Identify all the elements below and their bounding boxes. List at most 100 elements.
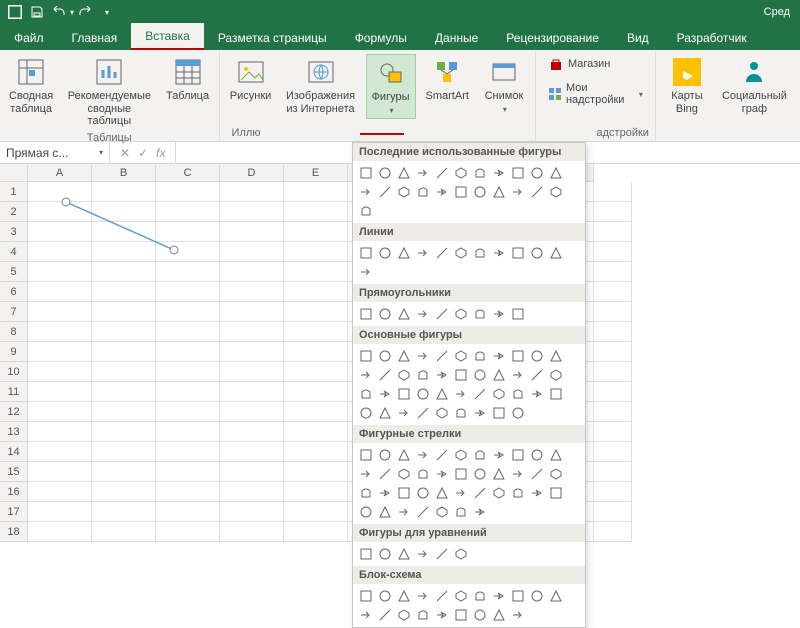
cell[interactable] — [156, 502, 220, 522]
shape-option[interactable] — [376, 164, 394, 182]
tab-data[interactable]: Данные — [421, 25, 492, 50]
cell[interactable] — [92, 522, 156, 542]
cell[interactable] — [284, 382, 348, 402]
cell[interactable] — [28, 382, 92, 402]
tab-developer[interactable]: Разработчик — [663, 25, 761, 50]
cell[interactable] — [92, 422, 156, 442]
row-header[interactable]: 3 — [0, 222, 28, 242]
shape-option[interactable] — [547, 366, 565, 384]
shape-option[interactable] — [433, 465, 451, 483]
tab-home[interactable]: Главная — [58, 25, 132, 50]
shape-option[interactable] — [414, 244, 432, 262]
shape-option[interactable] — [357, 545, 375, 563]
cell[interactable] — [594, 402, 632, 422]
cell[interactable] — [156, 482, 220, 502]
shape-option[interactable] — [490, 484, 508, 502]
shape-option[interactable] — [357, 183, 375, 201]
cell[interactable] — [28, 202, 92, 222]
cell[interactable] — [92, 502, 156, 522]
shape-option[interactable] — [528, 347, 546, 365]
recommended-pivot-button[interactable]: Рекомендуемые сводные таблицы — [62, 54, 156, 130]
cell[interactable] — [284, 422, 348, 442]
cell[interactable] — [594, 422, 632, 442]
shape-option[interactable] — [471, 183, 489, 201]
shape-option[interactable] — [433, 545, 451, 563]
name-box-dropdown-icon[interactable]: ▾ — [99, 148, 103, 157]
shape-option[interactable] — [452, 347, 470, 365]
shape-option[interactable] — [471, 503, 489, 521]
shape-option[interactable] — [395, 503, 413, 521]
shape-option[interactable] — [395, 545, 413, 563]
cell[interactable] — [28, 222, 92, 242]
shape-option[interactable] — [452, 465, 470, 483]
shape-option[interactable] — [452, 385, 470, 403]
shape-option[interactable] — [357, 366, 375, 384]
shape-option[interactable] — [376, 503, 394, 521]
cell[interactable] — [156, 462, 220, 482]
cell[interactable] — [156, 282, 220, 302]
cell[interactable] — [220, 462, 284, 482]
shape-option[interactable] — [528, 484, 546, 502]
shape-option[interactable] — [471, 606, 489, 624]
shape-option[interactable] — [528, 366, 546, 384]
shape-option[interactable] — [433, 366, 451, 384]
redo-icon[interactable] — [74, 2, 96, 22]
shape-option[interactable] — [414, 606, 432, 624]
shape-option[interactable] — [433, 244, 451, 262]
store-button[interactable]: Магазин — [542, 54, 649, 74]
row-header[interactable]: 4 — [0, 242, 28, 262]
shape-option[interactable] — [357, 164, 375, 182]
shape-option[interactable] — [395, 446, 413, 464]
shape-option[interactable] — [414, 503, 432, 521]
shape-option[interactable] — [471, 164, 489, 182]
cell[interactable] — [92, 402, 156, 422]
shape-option[interactable] — [395, 183, 413, 201]
cell[interactable] — [28, 422, 92, 442]
shape-option[interactable] — [376, 244, 394, 262]
shape-option[interactable] — [376, 366, 394, 384]
shape-option[interactable] — [509, 347, 527, 365]
shape-option[interactable] — [490, 347, 508, 365]
shape-option[interactable] — [452, 484, 470, 502]
cell[interactable] — [28, 282, 92, 302]
shape-option[interactable] — [414, 446, 432, 464]
shape-option[interactable] — [547, 347, 565, 365]
shape-option[interactable] — [395, 305, 413, 323]
shape-option[interactable] — [509, 606, 527, 624]
shape-option[interactable] — [471, 244, 489, 262]
shape-option[interactable] — [414, 305, 432, 323]
row-header[interactable]: 18 — [0, 522, 28, 542]
cell[interactable] — [156, 522, 220, 542]
cell[interactable] — [92, 342, 156, 362]
row-header[interactable]: 11 — [0, 382, 28, 402]
cancel-icon[interactable]: ✕ — [120, 146, 130, 160]
row-header[interactable]: 8 — [0, 322, 28, 342]
cell[interactable] — [28, 362, 92, 382]
shape-option[interactable] — [414, 385, 432, 403]
cell[interactable] — [156, 402, 220, 422]
cell[interactable] — [284, 462, 348, 482]
fx-icon[interactable]: fx — [156, 146, 165, 160]
shape-option[interactable] — [357, 606, 375, 624]
row-header[interactable]: 2 — [0, 202, 28, 222]
shape-option[interactable] — [452, 606, 470, 624]
bing-maps-button[interactable]: Карты Bing — [662, 54, 712, 117]
cell[interactable] — [220, 202, 284, 222]
shape-option[interactable] — [528, 587, 546, 605]
cell[interactable] — [92, 442, 156, 462]
cell[interactable] — [156, 342, 220, 362]
row-header[interactable]: 9 — [0, 342, 28, 362]
shape-option[interactable] — [376, 587, 394, 605]
cell[interactable] — [284, 222, 348, 242]
cell[interactable] — [156, 262, 220, 282]
my-addins-button[interactable]: Мои надстройки — [542, 80, 649, 108]
shape-option[interactable] — [433, 183, 451, 201]
tab-insert[interactable]: Вставка — [131, 23, 204, 50]
shape-option[interactable] — [490, 606, 508, 624]
cell[interactable] — [220, 382, 284, 402]
shape-option[interactable] — [414, 183, 432, 201]
column-header[interactable] — [0, 164, 28, 182]
shape-option[interactable] — [490, 244, 508, 262]
cell[interactable] — [28, 482, 92, 502]
shape-option[interactable] — [452, 503, 470, 521]
